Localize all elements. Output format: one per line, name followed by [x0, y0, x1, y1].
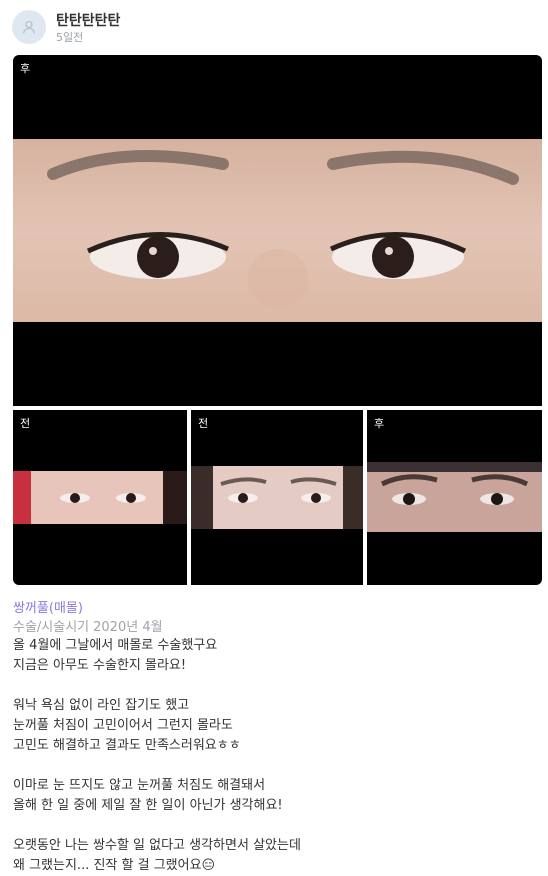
before-eyes-image [191, 466, 363, 529]
photo-tag: 후 [374, 417, 385, 430]
photo-tag: 전 [198, 417, 209, 430]
body-line: 이마로 눈 뜨지도 않고 눈꺼풀 처짐도 해결돼서 [13, 778, 266, 793]
after-photo[interactable]: 후 [367, 410, 542, 585]
post-header: 탄탄탄탄탄 5일전 [12, 8, 532, 46]
body-line [13, 676, 538, 696]
procedure-period: 수술/시술시기 2020년 4월 [13, 616, 167, 635]
body-line: 지금은 아무도 수술한지 몰라요! [13, 658, 187, 673]
period-label: 수술/시술시기 [13, 620, 90, 635]
avatar[interactable] [12, 10, 46, 44]
body-line: 올 4월에 그날에서 매몰로 수술했구요 [13, 638, 218, 653]
before-photo-2[interactable]: 전 [191, 410, 363, 585]
body-line [13, 756, 538, 776]
body-line: 오랫동안 나는 쌍수할 일 없다고 생각하면서 살았는데 [13, 838, 301, 853]
before-photo-1[interactable]: 전 [13, 410, 187, 585]
photo-tag: 전 [20, 417, 31, 430]
photo-gallery: 후 전 전 후 [13, 55, 542, 585]
photo-tag: 후 [20, 62, 31, 75]
body-line: 눈꺼풀 처짐이 고민이어서 그런지 몰라도 [13, 718, 233, 733]
procedure-category[interactable]: 쌍꺼풀(매몰) [13, 597, 83, 616]
eyes-closeup-image [13, 139, 542, 322]
body-line: 고민도 해결하고 결과도 만족스러워요ㅎㅎ [13, 738, 241, 753]
user-icon [22, 20, 36, 34]
body-line: 워낙 욕심 없이 라인 잡기도 했고 [13, 698, 190, 713]
body-line [13, 816, 538, 836]
post-time: 5일전 [56, 31, 84, 44]
period-value: 2020년 4월 [93, 620, 163, 635]
main-photo[interactable]: 후 [13, 55, 542, 406]
body-line: 왜 그랬는지... 진작 할 걸 그랬어요😑 [13, 858, 216, 873]
post-body: 올 4월에 그날에서 매몰로 수술했구요 지금은 아무도 수술한지 몰라요! 워… [13, 636, 538, 876]
author-name[interactable]: 탄탄탄탄탄 [56, 10, 120, 30]
after-eyes-image [367, 462, 542, 532]
body-line: 올해 한 일 중에 제일 잘 한 일이 아닌가 생각해요! [13, 798, 283, 813]
before-eyes-image [13, 471, 187, 524]
